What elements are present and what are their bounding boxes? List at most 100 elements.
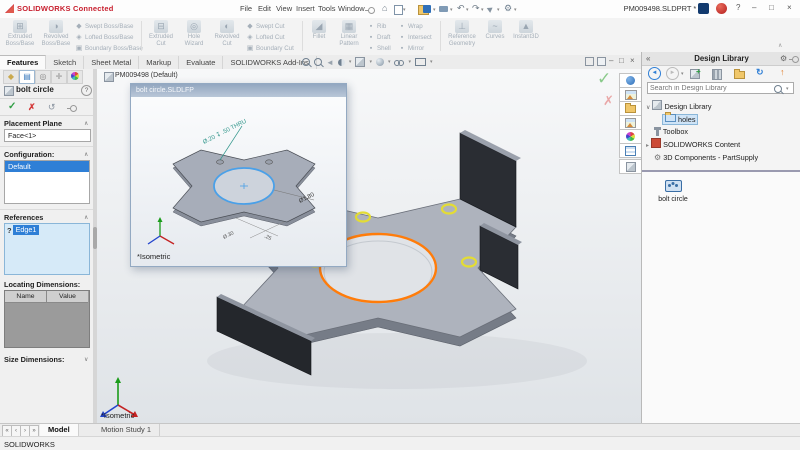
print-caret-icon[interactable]: ▾ bbox=[450, 7, 453, 13]
configuration-selected-row[interactable]: Default bbox=[5, 161, 89, 172]
options-caret-icon[interactable]: ▾ bbox=[514, 7, 517, 13]
display-style-caret-icon[interactable]: ▾ bbox=[388, 59, 391, 65]
keep-visible-pin-icon[interactable] bbox=[70, 105, 77, 112]
view-orientation-caret-icon[interactable]: ▾ bbox=[369, 59, 372, 65]
instant3d-button[interactable]: ▲ Instant3D bbox=[510, 20, 542, 53]
hide-show-caret-icon[interactable]: ▾ bbox=[408, 59, 411, 65]
wrap-button[interactable]: ▪Wrap bbox=[398, 21, 432, 32]
task-pane-tab-design-library[interactable] bbox=[619, 87, 642, 102]
displaymanager-tab[interactable] bbox=[67, 70, 83, 84]
confirm-cancel-button[interactable]: ✗ bbox=[603, 93, 614, 109]
reference-edge-row[interactable]: Edge1 bbox=[13, 225, 40, 235]
fillet-button[interactable]: ◢ Fillet bbox=[306, 20, 332, 53]
print-icon[interactable] bbox=[439, 6, 448, 12]
references-collapse-icon[interactable]: ∧ bbox=[84, 214, 88, 221]
select-caret-icon[interactable]: ▾ bbox=[497, 7, 500, 13]
menu-tools[interactable]: Tools bbox=[318, 4, 336, 13]
history-caret-icon[interactable]: ▾ bbox=[681, 71, 684, 77]
locating-dimensions-table[interactable]: Name Value bbox=[4, 290, 90, 348]
confirm-ok-button[interactable]: ✓ bbox=[597, 69, 611, 89]
view-settings-caret-icon[interactable]: ▾ bbox=[430, 59, 433, 65]
viewport-document-label[interactable]: PM009498 (Default) bbox=[115, 72, 178, 79]
extruded-cut-button[interactable]: ⊟ Extruded Cut bbox=[145, 20, 177, 53]
undo-icon[interactable]: ↶ bbox=[457, 3, 465, 13]
library-search-input[interactable] bbox=[647, 82, 794, 94]
hide-show-items-icon[interactable] bbox=[394, 60, 404, 65]
minimize-icon[interactable]: – bbox=[752, 3, 756, 12]
refresh-icon[interactable]: ↻ bbox=[756, 67, 764, 78]
ribbon-collapse-icon[interactable]: ∧ bbox=[778, 42, 782, 49]
placement-plane-field[interactable]: Face<1> bbox=[4, 129, 91, 142]
boundary-boss-button[interactable]: ▣Boundary Boss/Base bbox=[75, 43, 143, 54]
back-icon[interactable]: ◄ bbox=[648, 67, 661, 80]
display-style-icon[interactable] bbox=[376, 58, 384, 66]
search-icon[interactable] bbox=[774, 85, 782, 93]
menu-insert[interactable]: Insert bbox=[296, 4, 315, 13]
linear-pattern-button[interactable]: ▦ Linear Pattern bbox=[334, 20, 364, 53]
search-caret-icon[interactable]: ▾ bbox=[786, 86, 789, 92]
restore-icon[interactable]: □ bbox=[769, 3, 774, 12]
library-item-bolt-circle[interactable]: bolt circle bbox=[650, 180, 696, 203]
boundary-cut-button[interactable]: ▣Boundary Cut bbox=[246, 43, 294, 54]
configurationmanager-tab[interactable]: ◎ bbox=[35, 70, 51, 84]
tab-sheet-metal[interactable]: Sheet Metal bbox=[84, 56, 139, 69]
doc-minimize-icon[interactable]: – bbox=[609, 56, 613, 65]
close-icon[interactable]: × bbox=[787, 3, 792, 12]
select-tool-icon[interactable] bbox=[487, 5, 495, 13]
swept-boss-button[interactable]: ◆Swept Boss/Base bbox=[75, 21, 143, 32]
shell-button[interactable]: ▪Shell bbox=[367, 43, 391, 54]
column-header-name[interactable]: Name bbox=[5, 291, 47, 303]
tree-collapse-icon[interactable]: ∨ bbox=[646, 105, 650, 111]
swept-cut-button[interactable]: ◆Swept Cut bbox=[246, 21, 294, 32]
doc-window-new-icon[interactable] bbox=[585, 57, 594, 66]
add-file-location-icon[interactable] bbox=[712, 69, 722, 80]
tree-item-solidworks-content[interactable]: ▸ SOLIDWORKS Content bbox=[646, 138, 798, 152]
lofted-boss-button[interactable]: ◈Lofted Boss/Base bbox=[75, 32, 143, 43]
undo-caret-icon[interactable]: ▾ bbox=[466, 7, 469, 13]
task-pane-tab-view-palette[interactable] bbox=[619, 115, 642, 130]
redo-caret-icon[interactable]: ▾ bbox=[481, 7, 484, 13]
zoom-area-icon[interactable] bbox=[314, 58, 322, 66]
revolved-cut-button[interactable]: ◐ Revolved Cut bbox=[211, 20, 243, 53]
dimxpertmanager-tab[interactable]: ✛ bbox=[51, 70, 67, 84]
tab-features[interactable]: Features bbox=[0, 55, 46, 69]
task-pane-tab-custom-properties[interactable] bbox=[619, 143, 642, 158]
undo-pm-button[interactable]: ↻ bbox=[48, 102, 56, 113]
tab-motion-study[interactable]: Motion Study 1 bbox=[93, 424, 160, 436]
doc-window-cascade-icon[interactable] bbox=[597, 57, 606, 66]
save-caret-icon[interactable]: ▾ bbox=[433, 7, 436, 13]
ok-button[interactable]: ✓ bbox=[8, 101, 16, 112]
curves-button[interactable]: ~ Curves bbox=[482, 20, 508, 53]
section-view-icon[interactable] bbox=[338, 59, 345, 66]
menu-file[interactable]: File bbox=[240, 4, 252, 13]
redo-icon[interactable]: ↷ bbox=[472, 3, 480, 13]
doc-close-icon[interactable]: × bbox=[630, 56, 635, 65]
reference-geometry-button[interactable]: ⊥ Reference Geometry bbox=[444, 20, 480, 53]
tree-item-holes[interactable]: holes bbox=[646, 114, 798, 126]
task-pane-tab-file-explorer[interactable] bbox=[619, 101, 642, 116]
menu-window[interactable]: Window bbox=[338, 4, 365, 13]
task-pane-tab-solidworks-forum[interactable] bbox=[619, 159, 642, 174]
hole-wizard-button[interactable]: ◎ Hole Wizard bbox=[179, 20, 209, 53]
menu-pin-icon[interactable] bbox=[368, 7, 375, 14]
menu-view[interactable]: View bbox=[276, 4, 292, 13]
options-gear-icon[interactable]: ⚙ bbox=[504, 3, 512, 13]
move-up-icon[interactable]: ↑ bbox=[780, 67, 785, 77]
zoom-fit-icon[interactable] bbox=[302, 58, 310, 66]
mirror-button[interactable]: ▪Mirror bbox=[398, 43, 432, 54]
home-icon[interactable]: ⌂ bbox=[382, 3, 387, 13]
featuremanager-tab[interactable]: ◆ bbox=[3, 70, 19, 84]
rib-button[interactable]: ▪Rib bbox=[367, 21, 391, 32]
tree-expand-icon[interactable]: ▸ bbox=[646, 143, 649, 149]
help-icon[interactable]: ? bbox=[736, 3, 740, 12]
tab-sketch[interactable]: Sketch bbox=[46, 56, 84, 69]
references-listbox[interactable]: ? Edge1 bbox=[4, 223, 90, 275]
preview-window-title[interactable]: bolt circle.SLDLFP bbox=[131, 84, 346, 97]
task-pane-tab-appearances[interactable] bbox=[619, 129, 642, 144]
tab-model[interactable]: Model bbox=[40, 424, 79, 436]
tree-item-3d-components[interactable]: ⚙ 3D Components - PartSupply bbox=[646, 152, 798, 164]
library-preview-window[interactable]: bolt circle.SLDLFP Ø.20 ↧ .50 THRU Ø1.80… bbox=[130, 83, 347, 267]
tree-item-toolbox[interactable]: Toolbox bbox=[646, 126, 798, 138]
section-caret-icon[interactable]: ▾ bbox=[349, 59, 352, 65]
configuration-collapse-icon[interactable]: ∧ bbox=[84, 151, 88, 158]
